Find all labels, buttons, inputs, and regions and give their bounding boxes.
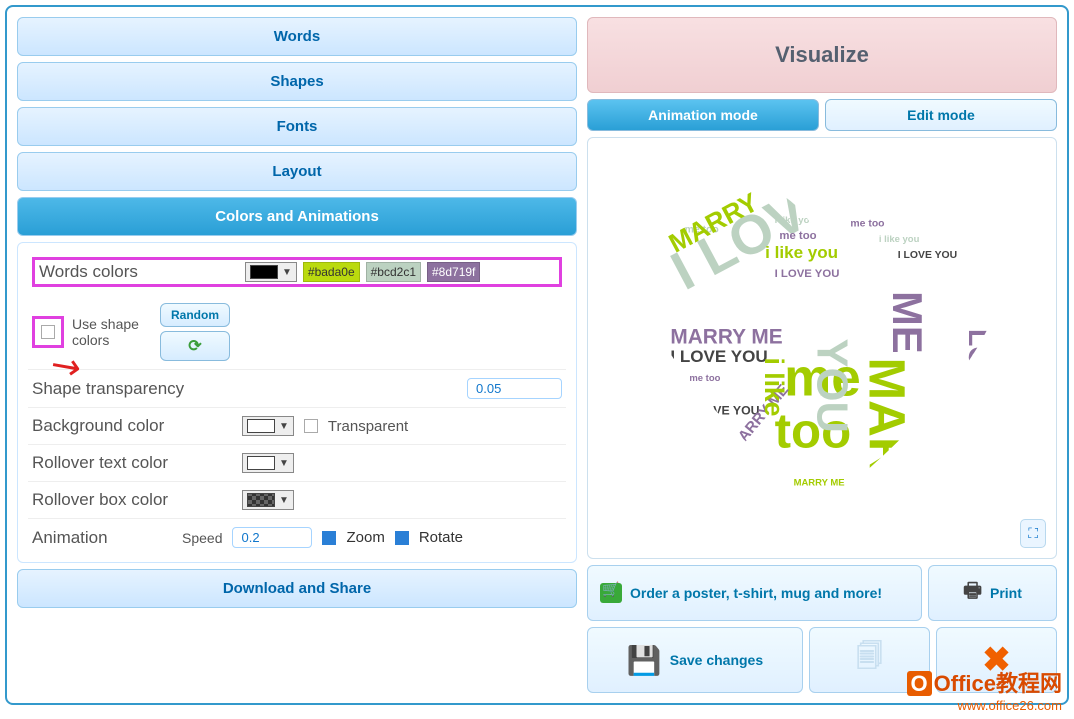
- words-colors-highlight: Words colors ▼ #bada0e #bcd2c1 #8d719f: [32, 257, 562, 287]
- svg-text:I LOVE YOU: I LOVE YOU: [689, 403, 759, 417]
- visualize-button[interactable]: Visualize: [587, 17, 1057, 93]
- animation-label: Animation: [32, 528, 172, 548]
- tab-words[interactable]: Words: [17, 17, 577, 56]
- speed-label: Speed: [182, 530, 222, 546]
- svg-text:I LOVE YOU: I LOVE YOU: [775, 268, 840, 280]
- words-colors-label: Words colors: [39, 262, 239, 282]
- svg-text:I LOVE YOU: I LOVE YOU: [918, 424, 933, 500]
- shape-transparency-label: Shape transparency: [32, 379, 232, 399]
- tab-colors-animations[interactable]: Colors and Animations: [17, 197, 577, 236]
- wordcloud-canvas[interactable]: I LOVE MARRY me too ME me too LOVE YOU M…: [587, 137, 1057, 559]
- save-label: Save changes: [670, 652, 763, 668]
- background-color-label: Background color: [32, 416, 232, 436]
- use-shape-colors-checkbox[interactable]: [41, 325, 55, 339]
- copy-icon: 🗐: [857, 638, 883, 682]
- rollover-text-color-picker[interactable]: ▼: [242, 453, 294, 473]
- tab-fonts[interactable]: Fonts: [17, 107, 577, 146]
- hex-swatch-3[interactable]: #8d719f: [427, 262, 480, 282]
- print-button[interactable]: 🖶 Print: [928, 565, 1057, 621]
- zoom-checkbox[interactable]: [322, 531, 336, 545]
- svg-text:ME: ME: [884, 291, 931, 354]
- use-shape-colors-label: Use shape colors: [72, 316, 152, 348]
- rollover-text-color-label: Rollover text color: [32, 453, 232, 473]
- svg-text:me too: me too: [779, 230, 816, 242]
- transparent-label: Transparent: [328, 418, 408, 435]
- print-label: Print: [990, 585, 1022, 601]
- rollover-box-color-picker[interactable]: ▼: [242, 490, 294, 510]
- colors-panel: Words colors ▼ #bada0e #bcd2c1 #8d719f U…: [17, 242, 577, 563]
- order-button[interactable]: Order a poster, t-shirt, mug and more!: [587, 565, 922, 621]
- svg-text:YOU: YOU: [807, 339, 855, 433]
- animation-mode-tab[interactable]: Animation mode: [587, 99, 819, 131]
- svg-text:me too: me too: [936, 395, 978, 519]
- random-button[interactable]: Random: [160, 303, 230, 327]
- svg-text:MARRY: MARRY: [858, 357, 915, 528]
- edit-mode-tab[interactable]: Edit mode: [825, 99, 1057, 131]
- printer-icon: 🖶: [963, 576, 982, 610]
- tab-shapes[interactable]: Shapes: [17, 62, 577, 101]
- transparent-checkbox[interactable]: [304, 419, 318, 433]
- tab-layout[interactable]: Layout: [17, 152, 577, 191]
- svg-text:LOVE YOU: LOVE YOU: [962, 329, 994, 475]
- svg-text:MARRY ME: MARRY ME: [794, 477, 845, 488]
- rollover-box-color-label: Rollover box color: [32, 490, 232, 510]
- rotate-checkbox[interactable]: [395, 531, 409, 545]
- svg-text:me too: me too: [850, 219, 884, 230]
- save-changes-button[interactable]: 💾 Save changes: [587, 627, 803, 693]
- svg-text:i like you: i like you: [879, 234, 920, 245]
- watermark: OOffice教程网 www.office26.com: [907, 666, 1062, 713]
- animation-speed-input[interactable]: [232, 527, 312, 548]
- words-color-picker[interactable]: ▼: [245, 262, 297, 282]
- order-label: Order a poster, t-shirt, mug and more!: [630, 585, 882, 601]
- rotate-label: Rotate: [419, 529, 463, 546]
- fullscreen-icon[interactable]: ⛶: [1020, 519, 1046, 548]
- svg-text:i like you: i like you: [775, 215, 816, 226]
- svg-text:i like: i like: [759, 357, 789, 416]
- background-color-picker[interactable]: ▼: [242, 416, 294, 436]
- zoom-label: Zoom: [346, 529, 384, 546]
- svg-text:I LOVE YOU: I LOVE YOU: [898, 250, 957, 261]
- cart-icon: [600, 583, 622, 603]
- svg-text:MARRY ME: MARRY ME: [670, 325, 782, 348]
- shape-transparency-input[interactable]: [467, 378, 562, 399]
- tab-download-share[interactable]: Download and Share: [17, 569, 577, 608]
- floppy-disk-icon: 💾: [627, 644, 662, 677]
- hex-swatch-2[interactable]: #bcd2c1: [366, 262, 421, 282]
- svg-text:I LOVE YOU: I LOVE YOU: [670, 347, 767, 366]
- heart-wordcloud: I LOVE MARRY me too ME me too LOVE YOU M…: [632, 168, 1012, 528]
- hex-swatch-1[interactable]: #bada0e: [303, 262, 360, 282]
- svg-text:me too: me too: [689, 373, 720, 384]
- svg-text:i like you: i like you: [765, 243, 838, 262]
- refresh-colors-button[interactable]: ⟳: [160, 331, 230, 361]
